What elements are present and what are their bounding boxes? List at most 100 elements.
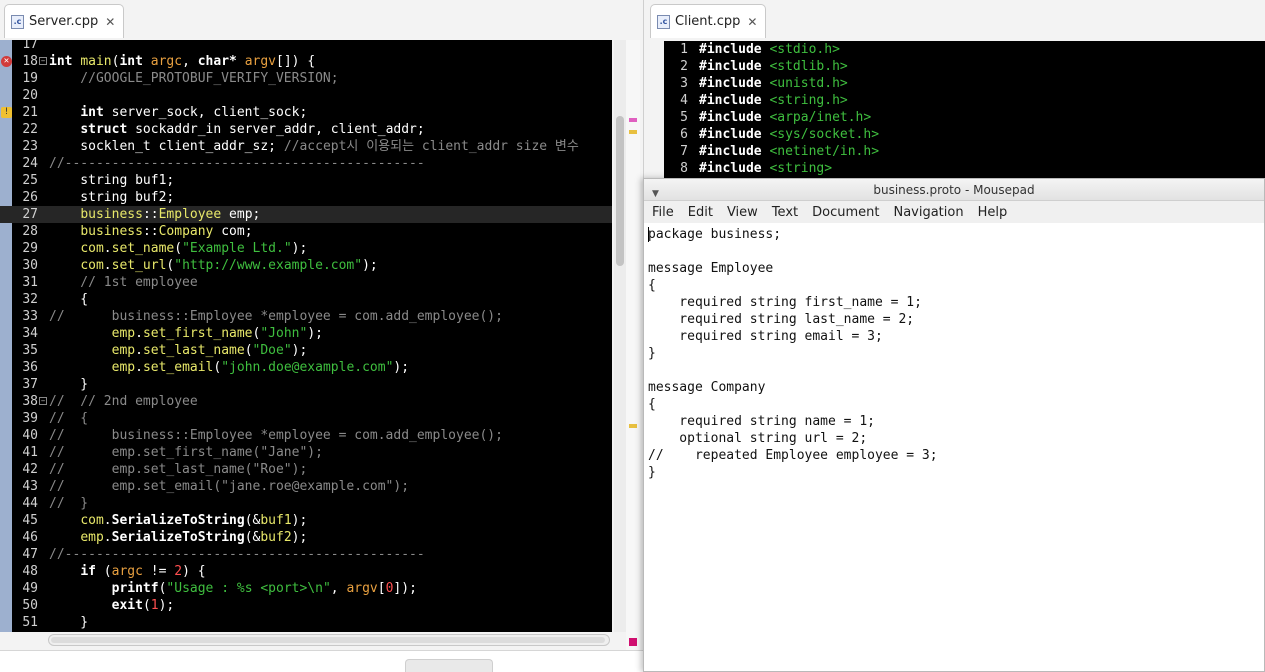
tab-server-cpp[interactable]: .c Server.cpp ✕ [4,4,125,38]
fold-toggle-icon[interactable]: − [39,57,47,65]
code-line[interactable]: 51 } [0,614,612,631]
code-line[interactable]: 8 #include <string> [664,160,1265,177]
scrollbar-thumb[interactable] [51,637,605,643]
code-line[interactable]: 6 #include <sys/socket.h> [664,126,1265,143]
code-token: buf2 [260,530,292,545]
code-line[interactable]: ✕ 18− int main(int argc, char* argv[]) { [0,53,612,70]
code-line[interactable]: 28 business::Company com; [0,223,612,240]
code-line[interactable]: 19 //GOOGLE_PROTOBUF_VERIFY_VERSION; [0,70,612,87]
code-token: ); [291,241,308,256]
tab-client-cpp[interactable]: .c Client.cpp ✕ [650,4,767,38]
code-line[interactable]: 26 string buf2; [0,189,612,206]
warning-overview-mark[interactable] [629,130,637,134]
code-token: ]); [393,581,417,596]
window-titlebar[interactable]: ▼ business.proto - Mousepad [644,179,1264,201]
menu-view[interactable]: View [727,205,766,220]
code-line[interactable]: 27 business::Employee emp; [0,206,612,223]
code-line[interactable]: 33 // business::Employee *employee = com.… [0,308,612,325]
code-line[interactable]: 3 #include <unistd.h> [664,75,1265,92]
code-line[interactable]: 29 com.set_name("Example Ltd."); [0,240,612,257]
code-line[interactable]: 43 // emp.set_email("jane.roe@example.com… [0,478,612,495]
menu-document[interactable]: Document [812,205,887,220]
code-line[interactable]: 35 emp.set_last_name("Doe"); [0,342,612,359]
menu-help[interactable]: Help [978,205,1016,220]
close-icon[interactable]: ✕ [747,15,757,29]
code-line[interactable]: 23 socklen_t client_addr_sz; //accept시 이… [0,138,612,155]
warning-icon[interactable]: ! [1,107,12,118]
code-line[interactable]: 32 { [0,291,612,308]
code-line[interactable]: 42 // emp.set_last_name("Roe"); [0,461,612,478]
error-summary-mark[interactable] [629,638,637,646]
warning-overview-mark[interactable] [629,424,637,428]
code-line[interactable]: 48 if (argc != 2) { [0,563,612,580]
error-icon[interactable]: ✕ [1,56,12,67]
code-line[interactable]: 44 // } [0,495,612,512]
code-line[interactable]: 40 // business::Employee *employee = com.… [0,427,612,444]
error-overview-mark[interactable] [629,118,637,122]
text-line[interactable]: } [648,345,656,362]
vertical-scrollbar[interactable] [614,40,626,632]
code-line[interactable]: 24 //------------------------------------… [0,155,612,172]
text-line[interactable]: message Company [648,379,765,396]
code-line[interactable]: 50 exit(1); [0,597,612,614]
code-line[interactable]: 46 emp.SerializeToString(&buf2); [0,529,612,546]
menu-bar: File Edit View Text Document Navigation Help [644,201,1264,223]
code-line[interactable]: 5 #include <arpa/inet.h> [664,109,1265,126]
code-line[interactable]: 36 emp.set_email("john.doe@example.com")… [0,359,612,376]
menu-text[interactable]: Text [772,205,806,220]
text-line[interactable]: } [648,464,656,481]
code-line[interactable]: 34 emp.set_first_name("John"); [0,325,612,342]
code-token: 2 [174,564,183,579]
fold-toggle-icon[interactable]: − [39,397,47,405]
code-line[interactable]: 49 printf("Usage : %s <port>\n", argv[0]… [0,580,612,597]
code-token: "Usage : %s <port>\n" [166,581,331,596]
code-text: #include <string> [699,160,832,177]
line-number: 50 [22,598,38,613]
text-line[interactable]: required string first_name = 1; [648,294,922,311]
overview-ruler[interactable] [626,40,640,650]
code-line[interactable]: ! 21 int server_sock, client_sock; [0,104,612,121]
code-line[interactable]: 1 #include <stdio.h> [664,41,1265,58]
text-line[interactable]: { [648,396,656,413]
close-icon[interactable]: ✕ [105,15,115,29]
code-line[interactable]: 22 struct sockaddr_in server_addr, clien… [0,121,612,138]
menu-edit[interactable]: Edit [688,205,721,220]
horizontal-scrollbar[interactable] [48,634,610,646]
code-line[interactable]: 41 // emp.set_first_name("Jane"); [0,444,612,461]
bottom-panel-tab[interactable] [405,659,493,672]
scrollbar-thumb[interactable] [616,116,624,266]
code-token: int [119,54,151,69]
proto-text-area[interactable]: package business; message Employee{ requi… [644,225,1264,671]
code-line[interactable]: 7 #include <netinet/in.h> [664,143,1265,160]
code-line[interactable]: 30 com.set_url("http://www.example.com")… [0,257,612,274]
code-token: ); [291,343,308,358]
text-line[interactable]: optional string url = 2; [648,430,867,447]
code-line[interactable]: 38−// // 2nd employee [0,393,612,410]
code-line[interactable]: 45 com.SerializeToString(&buf1); [0,512,612,529]
menu-navigation[interactable]: Navigation [893,205,971,220]
code-token: //accept시 이용되는 client_addr size 변수 [283,139,579,154]
text-line[interactable]: required string last_name = 2; [648,311,914,328]
code-line[interactable]: 25 string buf1; [0,172,612,189]
server-code-area[interactable]: 17 ✕ 18− int main(int argc, char* argv[]) {… [0,40,612,632]
code-line[interactable]: 20 [0,87,612,104]
code-line[interactable]: 2 #include <stdlib.h> [664,58,1265,75]
code-line[interactable]: 17 [0,40,612,53]
text-line[interactable]: required string email = 3; [648,328,883,345]
code-text: #include <arpa/inet.h> [699,109,871,126]
text-line[interactable]: message Employee [648,260,773,277]
text-line[interactable]: package business; [648,226,781,243]
menu-file[interactable]: File [652,205,682,220]
client-code-area[interactable]: 1 #include <stdio.h> 2 #include <stdlib.h> 3… [664,41,1265,180]
code-line[interactable]: 37 } [0,376,612,393]
line-number: 24 [22,156,38,171]
code-token: argc [150,54,183,69]
text-line[interactable]: required string name = 1; [648,413,875,430]
code-line[interactable]: 31 // 1st employee [0,274,612,291]
text-line[interactable]: { [648,277,656,294]
code-line[interactable]: 39 // { [0,410,612,427]
line-number: 23 [22,139,38,154]
code-line[interactable]: 47 //------------------------------------… [0,546,612,563]
code-line[interactable]: 4 #include <string.h> [664,92,1265,109]
text-line[interactable]: // repeated Employee employee = 3; [648,447,938,464]
